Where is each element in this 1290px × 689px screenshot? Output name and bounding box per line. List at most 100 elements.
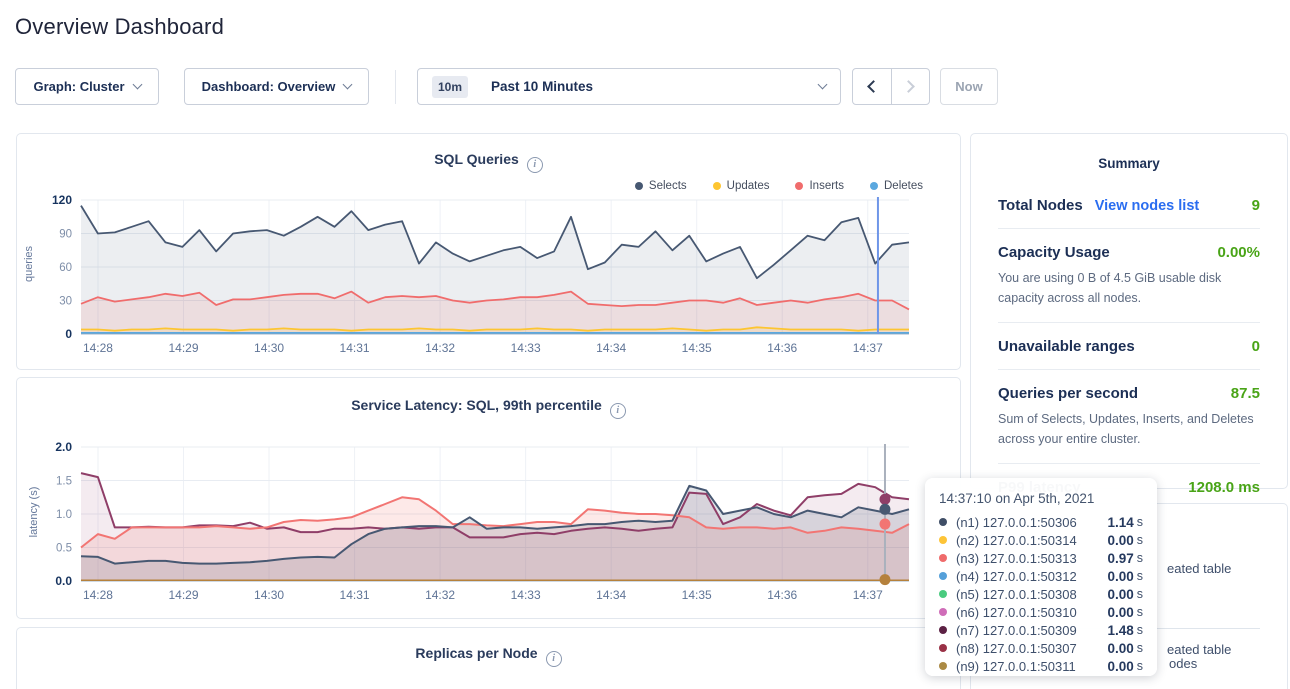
node-address: (n4) 127.0.0.1:50312 [956,569,1107,584]
tooltip-timestamp: 14:37:10 on Apr 5th, 2021 [939,491,1143,506]
node-color-dot [939,536,947,544]
node-color-dot [939,554,947,562]
tooltip-node-row: (n4) 127.0.0.1:503120.00s [939,567,1143,585]
total-nodes-label: Total Nodes [998,197,1083,214]
node-address: (n8) 127.0.0.1:50307 [956,641,1107,656]
node-latency-value: 1.14 [1107,515,1133,530]
node-address: (n5) 127.0.0.1:50308 [956,587,1107,602]
node-address: (n9) 127.0.0.1:50311 [956,659,1107,674]
queries-per-second-desc: Sum of Selects, Updates, Inserts, and De… [998,409,1260,449]
sql-queries-card: SQL Queriesi SelectsUpdatesInsertsDelete… [16,133,961,370]
dashboard-dropdown[interactable]: Dashboard: Overview [184,68,369,105]
svg-text:14:36: 14:36 [767,341,797,355]
svg-text:14:30: 14:30 [254,341,284,355]
sql-queries-title: SQL Queriesi [17,151,960,173]
latency-unit: s [1137,605,1143,619]
hover-value-dot [879,519,890,530]
dashboard-dropdown-label: Dashboard: Overview [202,79,336,94]
tooltip-node-row: (n7) 127.0.0.1:503091.48s [939,621,1143,639]
info-icon[interactable]: i [546,651,562,667]
toolbar-divider [395,70,396,104]
unavailable-ranges-label: Unavailable ranges [998,338,1135,355]
svg-text:14:37: 14:37 [853,341,883,355]
svg-text:14:32: 14:32 [425,588,455,602]
node-address: (n6) 127.0.0.1:50310 [956,605,1107,620]
svg-text:14:28: 14:28 [83,341,113,355]
info-icon[interactable]: i [527,157,543,173]
event-text-fragment: eated table [1167,561,1231,576]
node-color-dot [939,590,947,598]
svg-text:14:32: 14:32 [425,341,455,355]
capacity-usage-value: 0.00% [1217,244,1260,261]
latency-unit: s [1137,641,1143,655]
latency-unit: s [1137,587,1143,601]
node-latency-value: 0.00 [1107,659,1133,674]
event-text-fragment: odes [1169,656,1197,671]
svg-text:14:31: 14:31 [340,341,370,355]
svg-text:14:33: 14:33 [511,588,541,602]
svg-text:14:31: 14:31 [340,588,370,602]
tooltip-node-row: (n5) 127.0.0.1:503080.00 s [939,585,1143,603]
node-color-dot [939,662,947,670]
hover-value-dot [879,574,890,585]
node-latency-value: 0.00 [1107,605,1133,620]
svg-text:14:33: 14:33 [511,341,541,355]
latency-unit: s [1137,515,1143,529]
node-address: (n3) 127.0.0.1:50313 [956,551,1107,566]
replicas-per-node-card: Replicas per Nodei [16,627,961,689]
svg-text:14:36: 14:36 [767,588,797,602]
summary-body: Total Nodes View nodes list 9 Capacity U… [998,182,1260,510]
capacity-usage-label: Capacity Usage [998,244,1110,261]
summary-row-capacity-usage: Capacity Usage 0.00% You are using 0 B o… [998,229,1260,323]
summary-row-unavailable-ranges: Unavailable ranges 0 [998,323,1260,370]
tooltip-rows: (n1) 127.0.0.1:503061.14s(n2) 127.0.0.1:… [939,513,1143,675]
svg-text:14:35: 14:35 [682,341,712,355]
svg-text:14:35: 14:35 [682,588,712,602]
node-latency-value: 0.00 [1107,533,1133,548]
summary-card: Summary Total Nodes View nodes list 9 Ca… [970,133,1288,489]
p99-latency-value: 1208.0 ms [1188,479,1260,496]
svg-text:120: 120 [52,193,72,207]
time-range-dropdown[interactable]: 10m Past 10 Minutes [417,68,841,105]
node-latency-value: 0.00 [1107,587,1133,602]
next-time-button[interactable] [891,69,930,104]
latency-unit: s [1137,551,1143,565]
node-address: (n1) 127.0.0.1:50306 [956,515,1107,530]
queries-per-second-value: 87.5 [1231,385,1260,402]
node-color-dot [939,626,947,634]
node-address: (n2) 127.0.0.1:50314 [956,533,1107,548]
tooltip-node-row: (n3) 127.0.0.1:503130.97 s [939,549,1143,567]
svg-text:14:30: 14:30 [254,588,284,602]
sql-queries-chart[interactable]: 14:28 14:29 14:30 14:31 14:32 14:33 14:34 14:35… [17,184,946,360]
svg-text:14:29: 14:29 [168,341,198,355]
svg-text:30: 30 [59,296,72,308]
tooltip-node-row: (n9) 127.0.0.1:503110.00s [939,657,1143,675]
graph-dropdown-label: Graph: Cluster [33,79,124,94]
time-range-badge: 10m [432,76,468,98]
node-latency-value: 0.00 [1107,641,1133,656]
latency-unit: s [1137,533,1143,547]
overview-dashboard-page: Overview Dashboard Graph: Cluster Dashbo… [0,0,1290,689]
svg-text:14:28: 14:28 [83,588,113,602]
graph-dropdown[interactable]: Graph: Cluster [15,68,159,105]
service-latency-card: Service Latency: SQL, 99th percentilei l… [16,377,961,619]
view-nodes-list-link[interactable]: View nodes list [1095,198,1200,214]
chart-hover-tooltip: 14:37:10 on Apr 5th, 2021 (n1) 127.0.0.1… [925,478,1157,676]
tooltip-node-row: (n2) 127.0.0.1:503140.00 s [939,531,1143,549]
node-latency-value: 0.97 [1107,551,1133,566]
svg-text:14:34: 14:34 [596,588,626,602]
svg-text:14:29: 14:29 [168,588,198,602]
tooltip-node-row: (n8) 127.0.0.1:503070.00 s [939,639,1143,657]
node-color-dot [939,572,947,580]
time-range-label: Past 10 Minutes [491,79,810,94]
svg-text:60: 60 [59,262,72,274]
page-title: Overview Dashboard [15,14,224,40]
tooltip-node-row: (n6) 127.0.0.1:503100.00 s [939,603,1143,621]
now-button[interactable]: Now [940,68,998,105]
service-latency-chart[interactable]: 14:28 14:29 14:30 14:31 14:32 14:33 14:34 14:35… [17,431,946,607]
svg-text:14:34: 14:34 [596,341,626,355]
info-icon[interactable]: i [610,403,626,419]
now-button-label: Now [955,79,982,94]
time-pager [852,68,930,105]
prev-time-button[interactable] [853,69,891,104]
